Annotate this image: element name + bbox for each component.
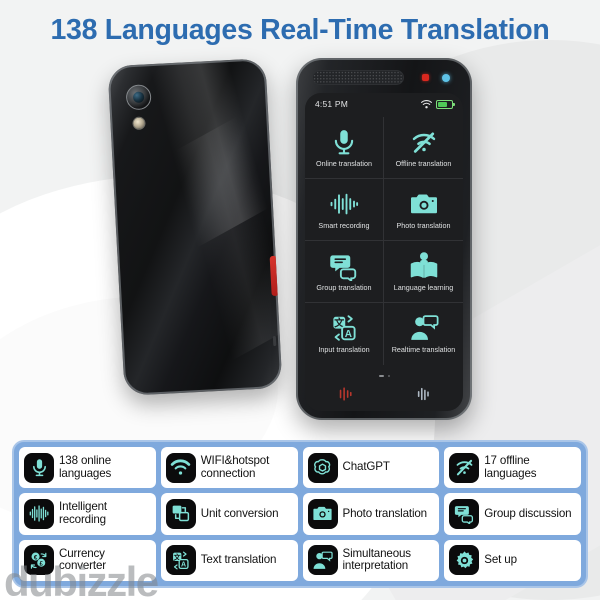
- feature-unit-conversion[interactable]: Unit conversion: [160, 493, 298, 535]
- gear-icon: [449, 545, 480, 576]
- feature-text-translation[interactable]: 文 A Text translation: [160, 539, 298, 581]
- svg-text:€: €: [33, 554, 37, 561]
- feature-label: Text translation: [200, 553, 277, 567]
- unit-conversion-icon: [165, 498, 196, 529]
- feature-simultaneous-interpretation[interactable]: Simultaneous interpretation: [302, 539, 440, 581]
- feature-label: Photo translation: [342, 506, 428, 520]
- feature-138-online-languages[interactable]: 138 online languages: [19, 447, 156, 489]
- chat-bubbles-icon: [449, 498, 480, 529]
- product-promo-image: 138 Languages Real-Time Translation 4:51…: [0, 0, 600, 600]
- feature-label: Currency converter: [59, 546, 106, 573]
- person-speech-icon: [307, 545, 338, 576]
- feature-wifi-hotspot-connection[interactable]: WIFI&hotspot connection: [160, 447, 298, 489]
- svg-text:A: A: [181, 561, 186, 568]
- phone-back-view: [107, 58, 283, 396]
- feature-label: Unit conversion: [200, 506, 279, 520]
- feature-label: Set up: [484, 553, 517, 567]
- feature-label: 17 offline languages: [484, 454, 537, 480]
- feature-label: Group discussion: [484, 506, 572, 520]
- camera-icon: [307, 498, 338, 529]
- feature-currency-converter[interactable]: € £ Currency converter: [19, 539, 156, 581]
- feature-17-offline-languages[interactable]: 17 offline languages: [444, 447, 581, 489]
- phone-front-view: 4:51 PM Online translation Offline trans…: [296, 58, 472, 420]
- chatgpt-icon: [307, 452, 338, 483]
- svg-text:£: £: [39, 560, 43, 567]
- wifi-icon: [165, 452, 196, 483]
- microphone-icon: [24, 452, 54, 483]
- feature-label: ChatGPT: [342, 460, 390, 474]
- waveform-icon: [24, 498, 54, 529]
- side-port: [272, 335, 277, 347]
- currency-exchange-icon: € £: [24, 545, 54, 576]
- feature-set-up[interactable]: Set up: [444, 539, 581, 581]
- feature-panel: 138 online languages WIFI&hotspot connec…: [12, 440, 588, 588]
- feature-chatgpt[interactable]: ChatGPT: [302, 447, 440, 489]
- page-title: 138 Languages Real-Time Translation: [50, 14, 550, 46]
- wifi-off-icon: [449, 452, 480, 483]
- phone-frame: [296, 58, 472, 420]
- feature-label: Intelligent recording: [59, 500, 107, 526]
- feature-label: WIFI&hotspot connection: [200, 454, 270, 480]
- feature-photo-translation[interactable]: Photo translation: [302, 493, 440, 535]
- feature-label: 138 online languages: [59, 454, 112, 480]
- phone-frame: [107, 58, 283, 396]
- text-translate-icon: 文 A: [165, 545, 196, 576]
- feature-group-discussion[interactable]: Group discussion: [444, 493, 581, 535]
- feature-label: Simultaneous interpretation: [342, 546, 412, 573]
- feature-intelligent-recording[interactable]: Intelligent recording: [19, 493, 156, 535]
